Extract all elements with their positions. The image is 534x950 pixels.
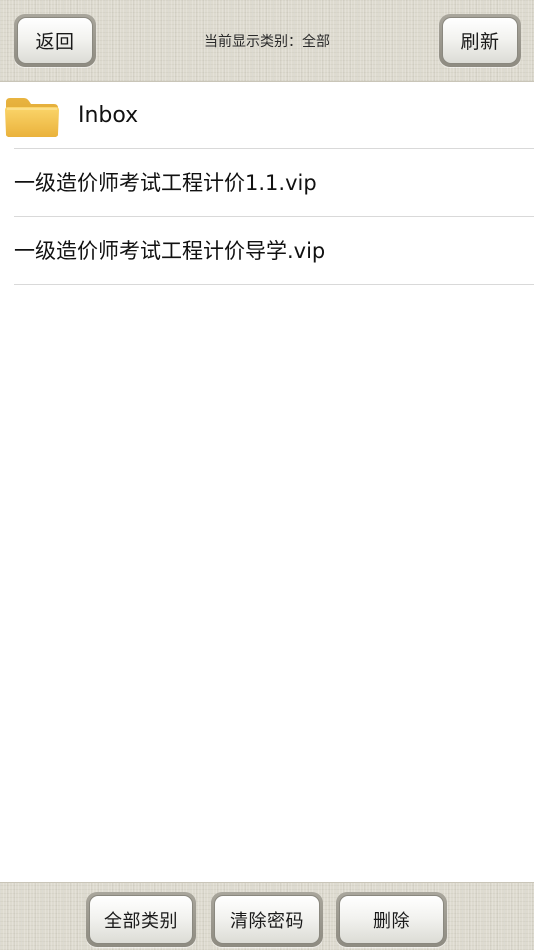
refresh-button[interactable]: 刷新: [442, 17, 518, 64]
top-toolbar: 返回 当前显示类别：全部 刷新: [0, 0, 534, 82]
row-divider: [14, 284, 534, 285]
clear-password-button[interactable]: 清除密码: [214, 895, 320, 944]
delete-label: 删除: [373, 910, 410, 932]
folder-icon: [5, 98, 59, 137]
list-item-file[interactable]: 一级造价师考试工程计价导学.vip: [0, 217, 534, 285]
all-categories-button-frame: 全部类别: [86, 892, 196, 947]
bottom-toolbar: 全部类别 清除密码 删除: [0, 882, 534, 950]
file-name: 一级造价师考试工程计价1.1.vip: [14, 171, 317, 195]
delete-button[interactable]: 删除: [339, 895, 444, 944]
file-list: Inbox 一级造价师考试工程计价1.1.vip 一级造价师考试工程计价导学.v…: [0, 82, 534, 285]
refresh-button-frame: 刷新: [439, 14, 521, 67]
back-button-frame: 返回: [14, 14, 96, 67]
all-categories-button[interactable]: 全部类别: [89, 895, 193, 944]
category-title: 当前显示类别：全部: [204, 34, 330, 50]
clear-password-button-frame: 清除密码: [211, 892, 323, 947]
back-button-label: 返回: [35, 31, 75, 53]
refresh-button-label: 刷新: [460, 31, 500, 53]
list-item-file[interactable]: 一级造价师考试工程计价1.1.vip: [0, 149, 534, 217]
back-button[interactable]: 返回: [17, 17, 93, 64]
file-name: 一级造价师考试工程计价导学.vip: [14, 239, 326, 263]
clear-password-label: 清除密码: [230, 910, 304, 932]
all-categories-label: 全部类别: [104, 910, 178, 932]
folder-label: Inbox: [78, 103, 139, 128]
list-item-folder-inbox[interactable]: Inbox: [0, 82, 534, 149]
delete-button-frame: 删除: [336, 892, 447, 947]
